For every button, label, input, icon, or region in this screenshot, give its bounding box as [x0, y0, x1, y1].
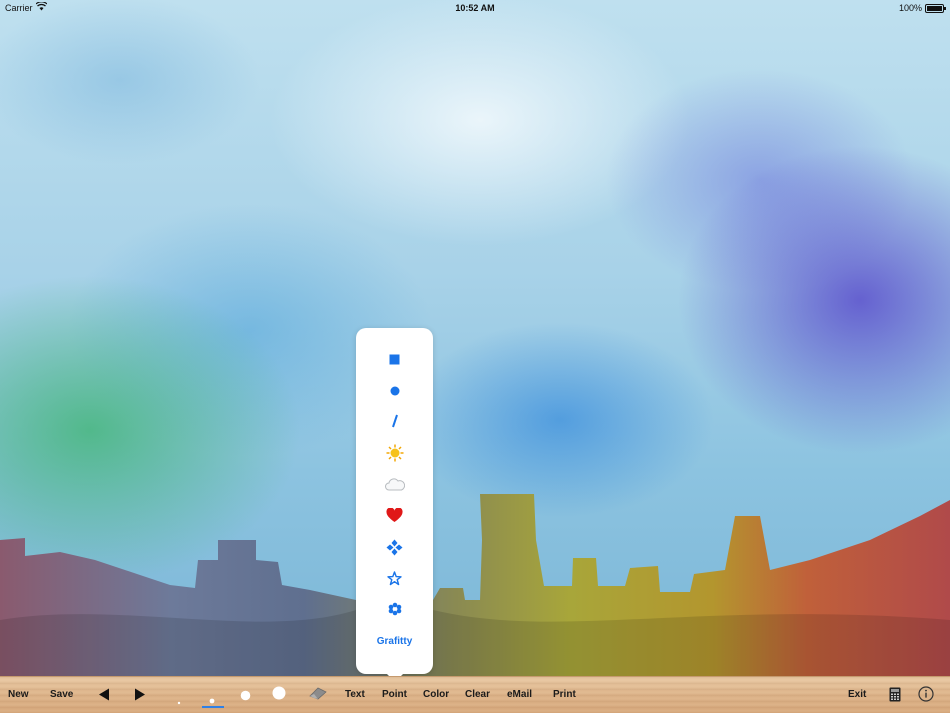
- print-button[interactable]: Print: [553, 689, 576, 700]
- battery-icon: [925, 4, 946, 13]
- brush-size-1-button[interactable]: [177, 692, 181, 710]
- drawing-canvas[interactable]: [0, 0, 950, 676]
- grafitty-option[interactable]: Grafitty: [356, 626, 433, 656]
- dot-tiny-icon: [177, 701, 181, 705]
- save-button[interactable]: Save: [50, 689, 73, 700]
- triangle-right-icon: [135, 688, 145, 701]
- snowflake-shape-option[interactable]: [356, 594, 433, 624]
- cloud-shape-option[interactable]: [356, 469, 433, 499]
- diamond-cluster-shape-option[interactable]: [356, 532, 433, 562]
- selected-brush-indicator: [202, 706, 224, 708]
- heart-icon: [386, 507, 403, 522]
- redo-button[interactable]: [134, 688, 146, 706]
- bottom-toolbar: New Save Text Point Color Clear eMail Pr…: [0, 676, 950, 713]
- color-button[interactable]: Color: [423, 689, 449, 700]
- circle-shape-option[interactable]: [356, 376, 433, 406]
- heart-shape-option[interactable]: [356, 500, 433, 530]
- calculator-icon: [889, 687, 901, 702]
- square-icon: [389, 354, 400, 364]
- dot-small-icon: [209, 698, 215, 704]
- new-button[interactable]: New: [8, 689, 29, 700]
- diamond-cluster-icon: [386, 539, 403, 555]
- slash-shape-option[interactable]: [356, 406, 433, 436]
- clock-time: 10:52 AM: [455, 3, 495, 13]
- point-button[interactable]: Point: [382, 689, 407, 700]
- undo-button[interactable]: [98, 688, 110, 706]
- slash-icon: [391, 414, 398, 428]
- point-shape-popover: Grafitty: [356, 328, 433, 682]
- star-shape-option[interactable]: [356, 563, 433, 593]
- eraser-button[interactable]: [308, 686, 328, 705]
- square-shape-option[interactable]: [356, 344, 433, 374]
- info-icon: [918, 686, 934, 702]
- calculator-button[interactable]: [889, 687, 901, 707]
- star-icon: [387, 570, 402, 585]
- sun-shape-option[interactable]: [356, 438, 433, 468]
- painted-castle-skyline: [0, 494, 950, 676]
- cloud-icon: [384, 477, 405, 490]
- circle-icon: [390, 386, 399, 396]
- sun-icon: [386, 444, 403, 462]
- eraser-icon: [309, 687, 327, 700]
- battery-percentage: 100%: [898, 3, 922, 13]
- dot-large-icon: [272, 686, 286, 700]
- brush-size-3-button[interactable]: [240, 688, 251, 706]
- email-button[interactable]: eMail: [507, 689, 532, 700]
- text-button[interactable]: Text: [345, 689, 365, 700]
- clear-button[interactable]: Clear: [465, 689, 490, 700]
- status-bar: Carrier 10:52 AM 100%: [0, 0, 950, 16]
- exit-button[interactable]: Exit: [848, 689, 866, 700]
- triangle-left-icon: [99, 688, 109, 701]
- grafitty-label: Grafitty: [376, 635, 413, 647]
- dot-medium-icon: [240, 690, 251, 701]
- snowflake-icon: [388, 602, 401, 616]
- info-button[interactable]: [918, 686, 934, 707]
- brush-size-4-button[interactable]: [272, 686, 286, 705]
